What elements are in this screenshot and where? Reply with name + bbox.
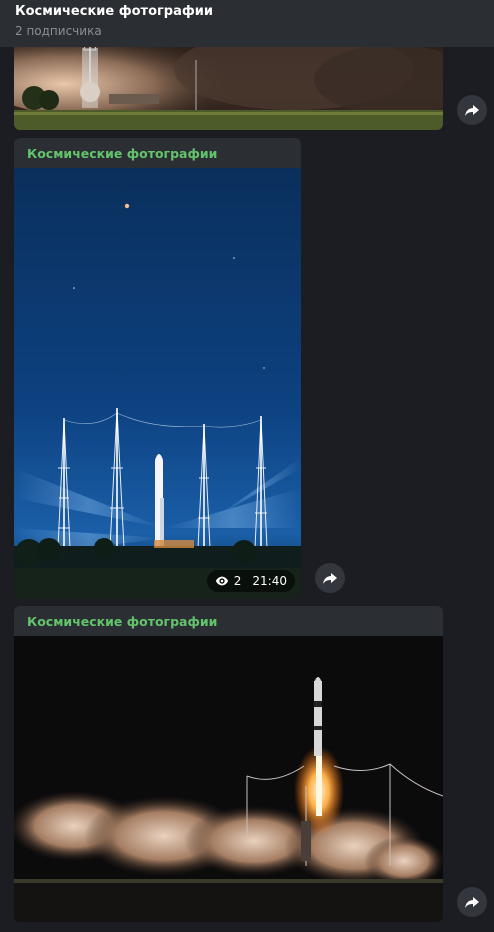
view-count: 2: [233, 574, 242, 588]
channel-view: Космические фотографии 2 подписчика Косм…: [0, 0, 494, 932]
share-arrow-icon: [465, 897, 479, 908]
launch-photo-2[interactable]: [14, 168, 301, 598]
share-button-2[interactable]: [315, 563, 345, 593]
eye-icon: [215, 576, 228, 586]
message-photo-3[interactable]: Космические фотографии: [14, 606, 443, 922]
subscriber-count: 2 подписчика: [15, 24, 102, 38]
message-meta: 2 21:40: [206, 570, 295, 592]
share-arrow-icon: [465, 105, 479, 116]
share-arrow-icon: [323, 573, 337, 584]
message-author[interactable]: Космические фотографии: [27, 146, 217, 161]
channel-title: Космические фотографии: [15, 4, 214, 19]
message-author[interactable]: Космические фотографии: [27, 614, 217, 629]
message-photo-2[interactable]: Космические фотографии 2 21:40: [14, 138, 301, 598]
share-button-3[interactable]: [457, 887, 487, 917]
message-time: 21:40: [252, 574, 287, 588]
share-button-1[interactable]: [457, 95, 487, 125]
launch-photo-3[interactable]: [14, 636, 443, 922]
channel-header[interactable]: Космические фотографии 2 подписчика: [0, 0, 494, 47]
